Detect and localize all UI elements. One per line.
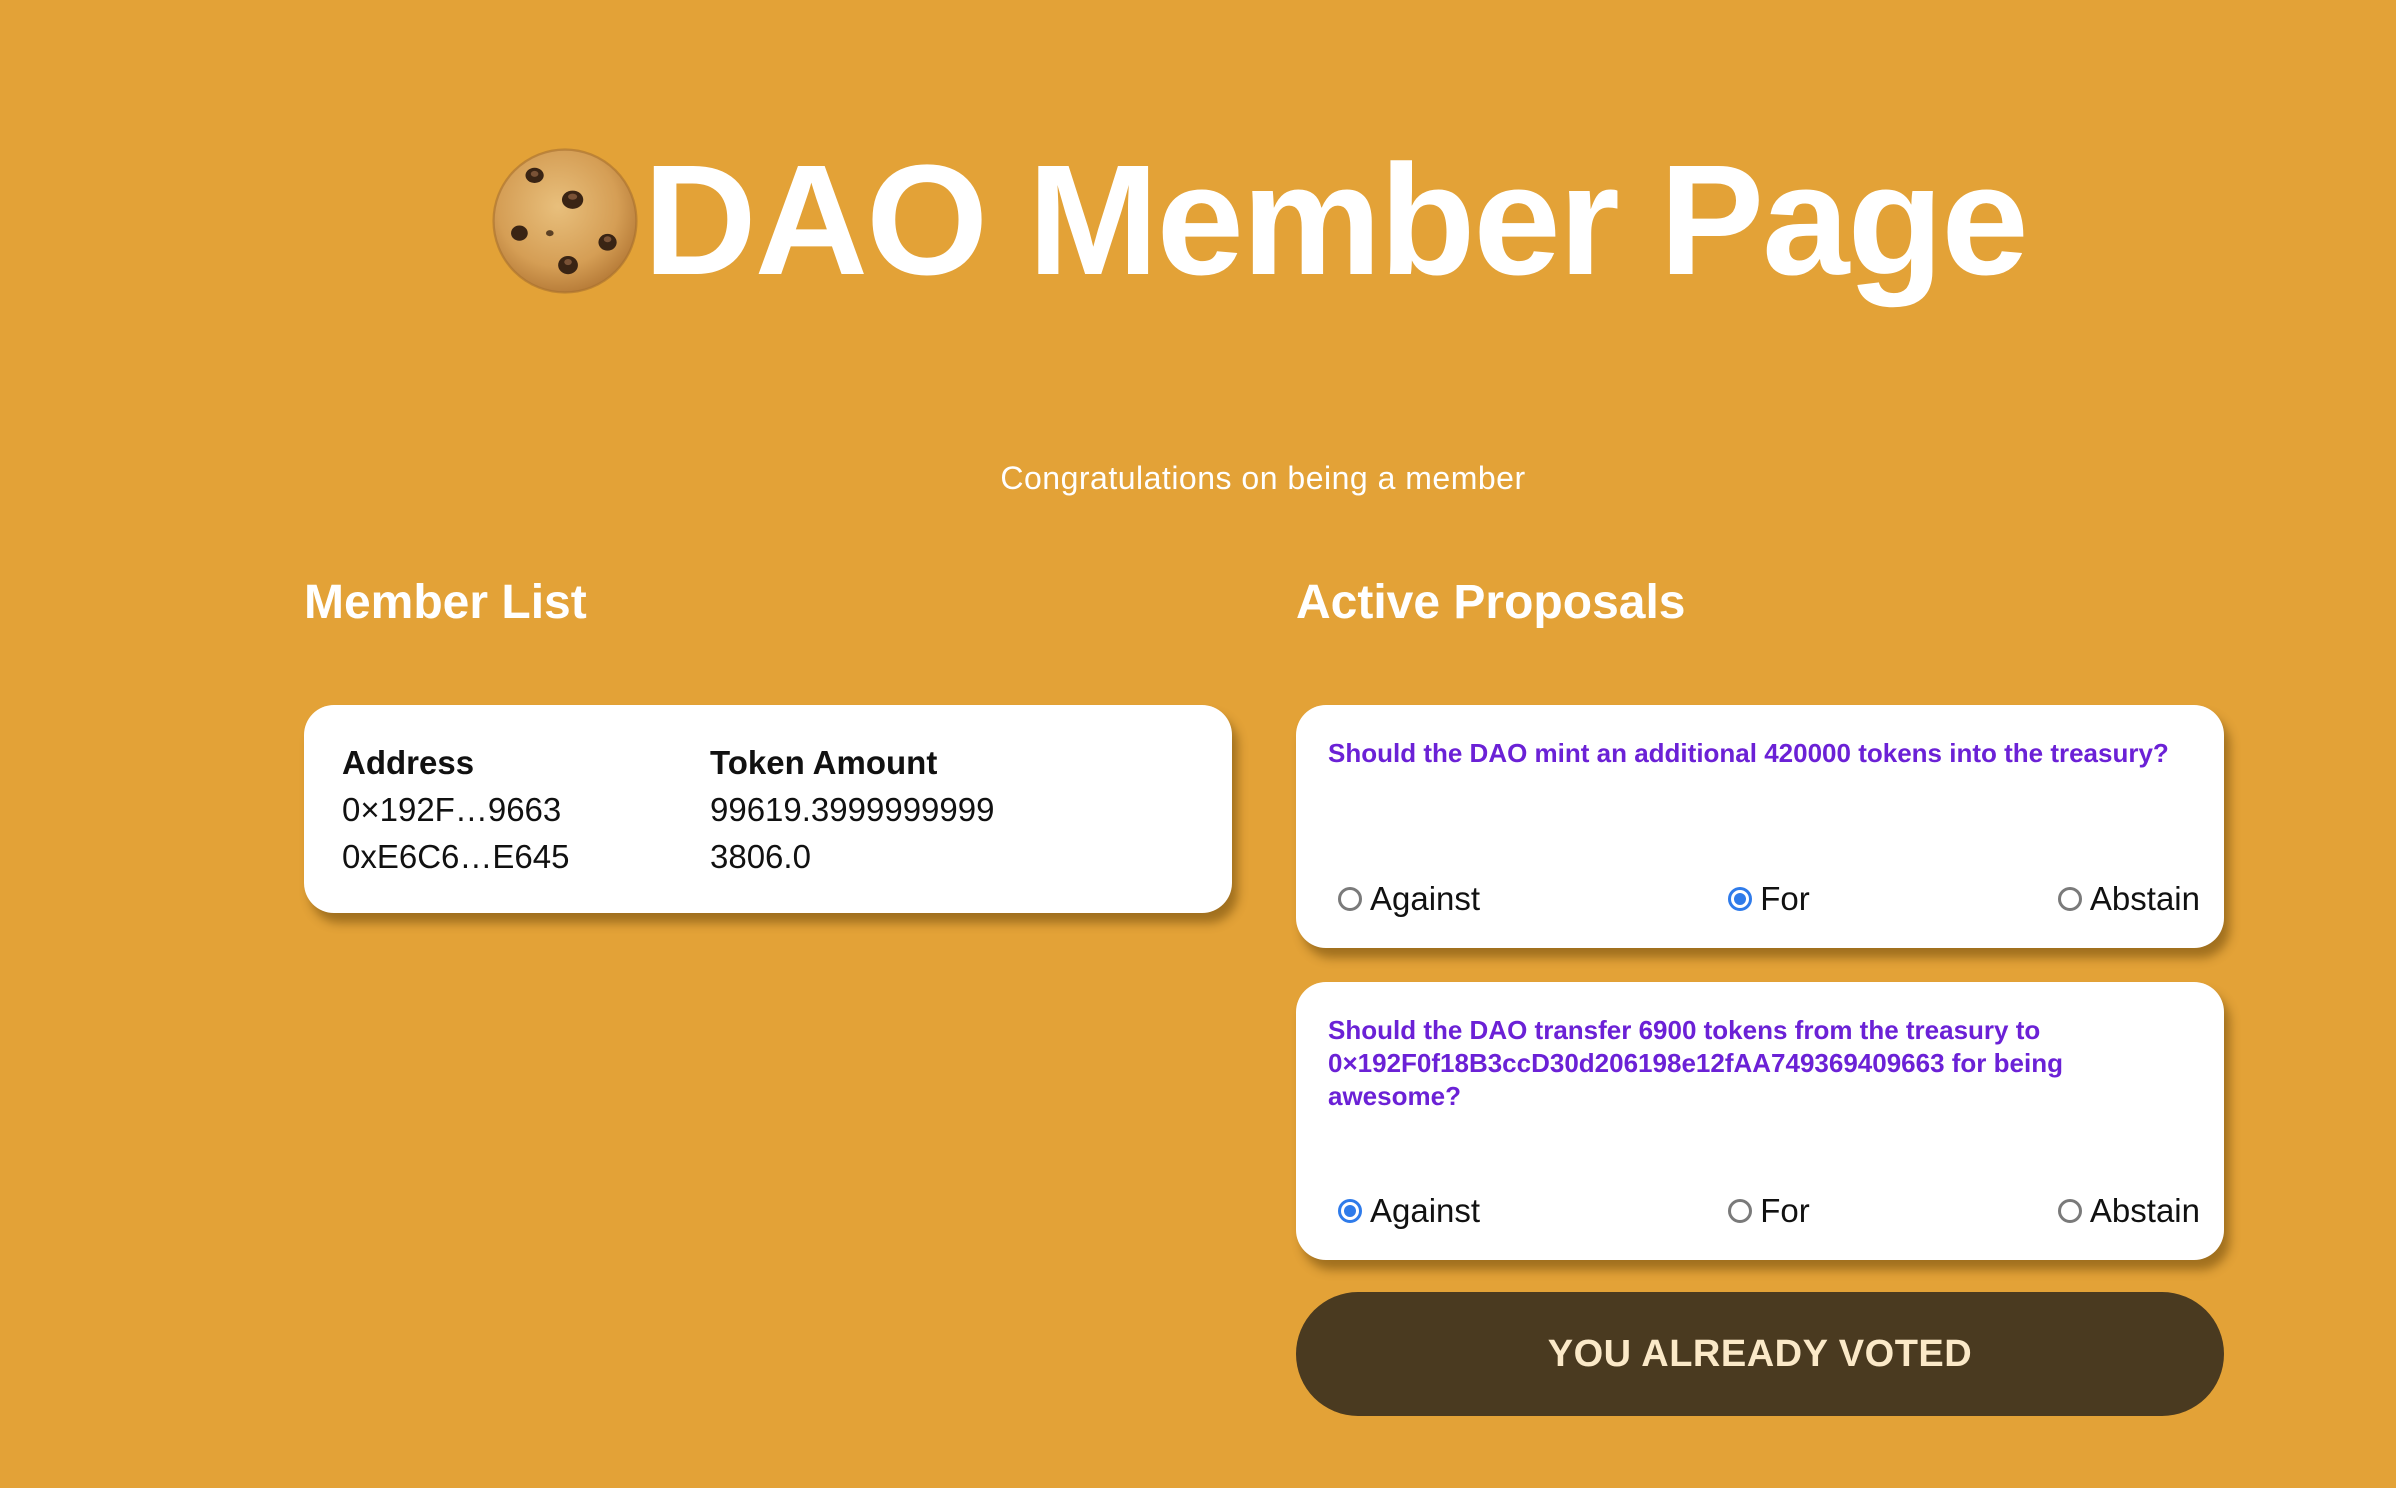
proposal-question: Should the DAO transfer 6900 tokens from… xyxy=(1328,1015,2063,1111)
proposal-question: Should the DAO mint an additional 420000… xyxy=(1328,738,2169,768)
radio-abstain[interactable] xyxy=(2057,1199,2082,1223)
vote-option-for[interactable]: For xyxy=(1728,1192,1810,1230)
radio-for[interactable] xyxy=(1728,887,1753,911)
cookie-icon xyxy=(492,147,638,294)
vote-options: Against For Abstain xyxy=(1338,880,2200,918)
page-title: DAO Member Page xyxy=(643,133,2028,308)
already-voted-button[interactable]: YOU ALREADY VOTED xyxy=(1296,1292,2224,1416)
member-list-heading: Member List xyxy=(304,576,587,629)
column-header-address: Address xyxy=(342,744,475,781)
vote-option-abstain[interactable]: Abstain xyxy=(2057,1192,2200,1230)
radio-for[interactable] xyxy=(1728,1199,1753,1223)
member-token-amount: 99619.3999999999 xyxy=(710,791,995,828)
radio-abstain[interactable] xyxy=(2057,887,2082,911)
member-list-card: Address Token Amount 0×192F…9663 99619.3… xyxy=(304,705,1232,913)
vote-option-label: Against xyxy=(1370,880,1481,917)
member-address: 0xE6C6…E645 xyxy=(342,838,570,875)
column-header-token-amount: Token Amount xyxy=(710,744,938,781)
vote-option-against[interactable]: Against xyxy=(1338,1192,1480,1230)
vote-option-abstain[interactable]: Abstain xyxy=(2057,880,2200,918)
radio-against[interactable] xyxy=(1338,887,1362,911)
vote-option-against[interactable]: Against xyxy=(1338,880,1480,918)
vote-option-label: For xyxy=(1760,880,1810,917)
radio-against[interactable] xyxy=(1338,1199,1362,1223)
member-token-amount: 3806.0 xyxy=(710,838,811,875)
active-proposals-heading: Active Proposals xyxy=(1296,576,1686,629)
vote-options: Against For Abstain xyxy=(1338,1192,2200,1230)
vote-option-label: For xyxy=(1760,1192,1810,1229)
vote-option-label: Against xyxy=(1370,1192,1481,1229)
page-subtitle: Congratulations on being a member xyxy=(1000,460,1526,496)
proposal-card: Should the DAO transfer 6900 tokens from… xyxy=(1296,982,2224,1260)
member-table: Address Token Amount 0×192F…9663 99619.3… xyxy=(342,741,1194,879)
vote-option-label: Abstain xyxy=(2089,880,2200,917)
member-address: 0×192F…9663 xyxy=(342,791,562,828)
page-header: DAO Member Page xyxy=(0,138,2396,303)
vote-option-label: Abstain xyxy=(2089,1192,2200,1229)
vote-option-for[interactable]: For xyxy=(1728,880,1810,918)
proposal-card: Should the DAO mint an additional 420000… xyxy=(1296,705,2224,948)
